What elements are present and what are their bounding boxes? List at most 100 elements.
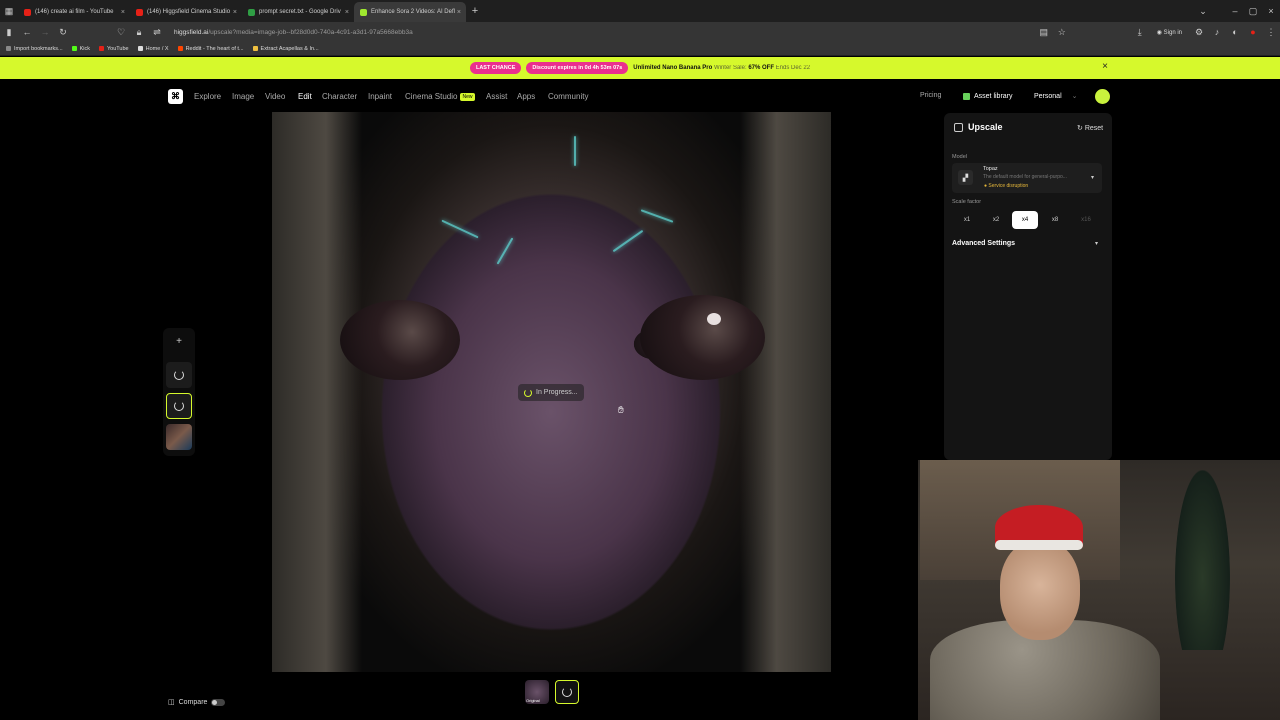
bookmark-kick[interactable]: Kick	[71, 46, 90, 52]
scale-x4-button[interactable]: x4	[1012, 211, 1038, 229]
caret-down-icon: ▾	[1091, 175, 1095, 181]
close-icon[interactable]: ×	[345, 9, 349, 16]
download-icon[interactable]: ⤓	[1131, 27, 1149, 38]
record-icon[interactable]: ●	[1244, 27, 1262, 37]
avatar[interactable]	[1095, 89, 1110, 104]
profile-icon[interactable]: ◐	[1226, 27, 1244, 37]
progress-label: In Progress...	[536, 389, 578, 396]
higgsfield-logo[interactable]: ⌘	[168, 89, 183, 104]
audio-icon[interactable]: ♪	[1208, 27, 1226, 37]
spinner-icon	[562, 687, 572, 697]
caret-down-icon[interactable]: ▾	[1095, 240, 1098, 247]
asset-library-label: Asset library	[974, 93, 1013, 100]
close-icon[interactable]: ×	[1102, 61, 1108, 72]
sign-in-button[interactable]: ◉ Sign in	[1157, 29, 1182, 36]
close-icon[interactable]: ×	[121, 9, 125, 16]
kick-icon	[71, 46, 77, 51]
scale-x8-button[interactable]: x8	[1042, 211, 1068, 229]
scale-x2-button[interactable]: x2	[983, 211, 1009, 229]
browser-tab-1[interactable]: (146) create ai film - YouTube ×	[18, 2, 130, 22]
sidebar-icon[interactable]: ▮	[0, 27, 18, 38]
chevron-down-icon: ⌄	[1071, 93, 1078, 100]
advanced-settings-toggle[interactable]: Advanced Settings	[952, 240, 1015, 247]
youtube-icon	[136, 8, 143, 16]
minimize-button[interactable]: –	[1226, 6, 1244, 16]
promo-offer: 67% OFF	[748, 65, 774, 71]
browser-tab-3[interactable]: prompt secret.txt - Google Driv ×	[242, 2, 354, 22]
last-chance-badge: LAST CHANCE	[469, 62, 522, 74]
original-label: Original	[526, 698, 540, 703]
nav-edit[interactable]: Edit	[298, 92, 312, 101]
reset-button[interactable]: ↻ Reset	[1077, 124, 1103, 132]
maximize-button[interactable]: ▢	[1244, 6, 1262, 17]
bookmarks-bar: Import bookmarks... Kick YouTube Home / …	[0, 42, 1280, 56]
reader-icon[interactable]: ▤	[1035, 27, 1053, 38]
nav-assist[interactable]: Assist	[486, 92, 507, 101]
toggle-switch[interactable]	[211, 698, 226, 706]
menu-icon[interactable]: ⋮	[1262, 27, 1280, 38]
extensions-icon[interactable]: ⚙	[1190, 27, 1208, 38]
nav-explore[interactable]: Explore	[194, 92, 221, 101]
webcam-christmas-tree	[1175, 470, 1230, 650]
compare-toggle[interactable]: ◫ Compare	[168, 694, 226, 710]
star-icon[interactable]: ☆	[1053, 27, 1071, 38]
scale-x16-button[interactable]: x16	[1073, 211, 1099, 229]
nav-video[interactable]: Video	[265, 92, 285, 101]
workspace-selector[interactable]: Personal ⌄	[1034, 92, 1077, 100]
history-thumb[interactable]	[166, 424, 192, 450]
close-icon[interactable]: ×	[457, 9, 461, 16]
nav-pricing[interactable]: Pricing	[920, 92, 941, 99]
result-thumb[interactable]	[555, 680, 579, 704]
site-info-icon[interactable]: ♡	[112, 27, 130, 38]
reload-icon[interactable]: ↻	[54, 27, 72, 38]
music-icon	[252, 46, 258, 51]
new-tab-button[interactable]: +	[466, 5, 484, 17]
bookmark-acapella[interactable]: Extract Acapellas & In...	[252, 46, 319, 52]
browser-tab-2[interactable]: (146) Higgsfield Cinema Studio ×	[130, 2, 242, 22]
hood-right-shade	[740, 112, 831, 672]
nav-apps[interactable]: Apps	[517, 92, 535, 101]
asset-library-button[interactable]: Asset library	[963, 88, 1023, 105]
webcam-santa-hat-rim	[995, 540, 1083, 550]
lock-icon[interactable]: 🔒︎	[130, 27, 148, 38]
bookmark-youtube[interactable]: YouTube	[99, 46, 129, 52]
tab-menu-icon[interactable]: ▦	[0, 6, 18, 17]
original-thumb[interactable]: Original	[525, 680, 549, 704]
spinner-icon	[174, 401, 184, 411]
browser-tab-4[interactable]: Enhance Sora 2 Videos: AI Defl ×	[354, 2, 466, 22]
url-field[interactable]: higgsfield.ai/upscale?media=image-job--b…	[174, 29, 1035, 36]
add-icon[interactable]: +	[171, 336, 187, 350]
countdown-badge: Discount expires in 0d 4h 53m 07s	[526, 62, 629, 74]
nav-cinema-studio[interactable]: Cinema Studio New	[405, 92, 475, 101]
nav-inpaint[interactable]: Inpaint	[368, 92, 392, 101]
nav-image[interactable]: Image	[232, 92, 254, 101]
close-window-button[interactable]: ×	[1262, 6, 1280, 16]
topaz-icon: ▞	[958, 170, 973, 185]
nav-character[interactable]: Character	[322, 92, 357, 101]
browser-tab-bar: ▦ (146) create ai film - YouTube × (146) …	[0, 0, 1280, 22]
history-thumb-selected[interactable]	[166, 393, 192, 419]
bookmark-import[interactable]: Import bookmarks...	[6, 46, 63, 52]
scale-x1-button[interactable]: x1	[954, 211, 980, 229]
hand-cursor-icon: ✋︎	[618, 405, 624, 416]
bookmark-label: Import bookmarks...	[14, 45, 63, 52]
glow-marking	[574, 136, 576, 166]
close-icon[interactable]: ×	[233, 9, 237, 16]
bookmark-label: Home / X	[145, 45, 169, 52]
warning-icon: ●	[984, 183, 988, 189]
x-icon	[137, 46, 143, 51]
nav-community[interactable]: Community	[548, 92, 588, 101]
bookmark-reddit[interactable]: Reddit - The heart of t...	[177, 46, 244, 52]
bookmark-x[interactable]: Home / X	[137, 45, 169, 52]
tab-title: (146) create ai film - YouTube	[35, 9, 114, 15]
tune-icon[interactable]: ⇌	[148, 27, 166, 38]
youtube-icon	[99, 46, 104, 51]
upscale-icon	[954, 122, 963, 132]
spinner-icon	[524, 388, 532, 397]
promo-banner[interactable]: LAST CHANCE Discount expires in 0d 4h 53…	[0, 57, 1280, 79]
forward-icon[interactable]: →	[36, 27, 54, 37]
tab-search-icon[interactable]: ⌄	[1194, 6, 1212, 17]
promo-ends: Ends Dec 22	[775, 65, 811, 71]
history-thumb[interactable]	[166, 362, 192, 388]
back-icon[interactable]: ←	[18, 27, 36, 37]
